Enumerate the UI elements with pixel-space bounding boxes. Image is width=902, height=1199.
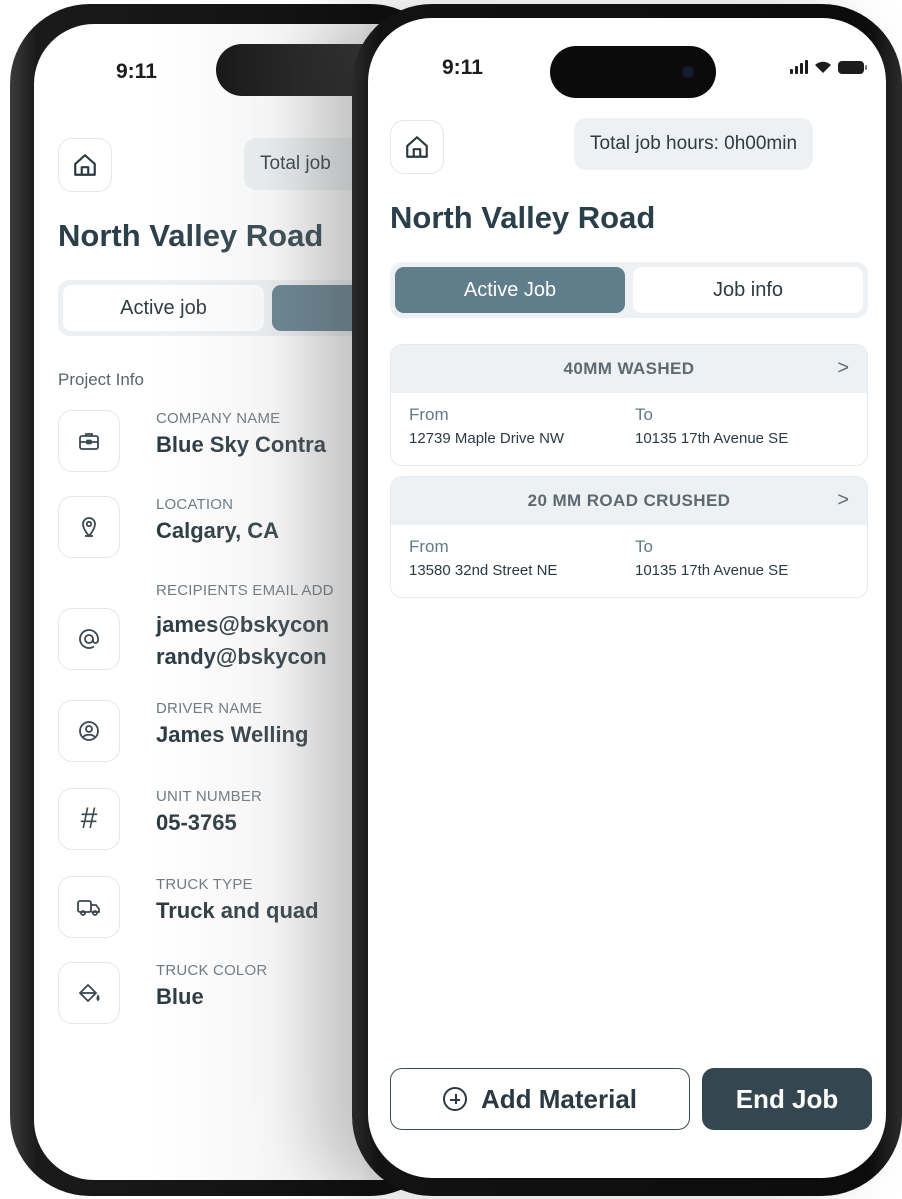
page-title: North Valley Road <box>58 218 324 253</box>
material-name: 40MM WASHED <box>563 359 695 378</box>
from-label: From <box>409 405 449 424</box>
material-name: 20 MM ROAD CRUSHED <box>527 491 731 510</box>
material-card-header: 20 MM ROAD CRUSHED > <box>391 477 867 525</box>
battery-icon <box>838 60 867 74</box>
plus-circle-icon <box>442 1087 467 1111</box>
tab-active-job[interactable]: Active job <box>63 285 264 331</box>
driver-label: DRIVER NAME <box>156 700 263 717</box>
to-address: 10135 17th Avenue SE <box>635 562 789 579</box>
tab-job-info[interactable]: Job info <box>633 267 863 313</box>
total-hours-pill: Total job hours: 0h00min <box>574 118 814 170</box>
from-address: 12739 Maple Drive NW <box>409 430 565 447</box>
company-value: Blue Sky Contra <box>156 432 326 457</box>
unit-label: UNIT NUMBER <box>156 788 263 805</box>
paint-bucket-icon <box>58 962 120 1024</box>
home-button[interactable] <box>390 120 444 174</box>
tab-switcher: Active Job Job info <box>390 262 868 318</box>
truck-color-value: Blue <box>156 984 204 1009</box>
cellular-signal-icon <box>790 60 808 74</box>
status-icons <box>790 60 867 74</box>
page-title: North Valley Road <box>390 200 656 235</box>
chevron-right-icon: > <box>837 357 849 379</box>
to-label: To <box>635 537 653 556</box>
from-address: 13580 32nd Street NE <box>409 562 558 579</box>
home-icon <box>74 154 96 176</box>
emails-label: RECIPIENTS EMAIL ADD <box>156 582 334 599</box>
add-material-button[interactable]: Add Material <box>390 1068 690 1130</box>
status-time: 9:11 <box>116 60 157 83</box>
truck-type-label: TRUCK TYPE <box>156 876 253 893</box>
unit-value: 05-3765 <box>156 810 237 835</box>
wifi-icon <box>815 61 831 73</box>
material-card-body: From 12739 Maple Drive NW To 10135 17th … <box>391 393 867 465</box>
camera-dot <box>682 66 694 78</box>
from-label: From <box>409 537 449 556</box>
material-card[interactable]: 40MM WASHED > From 12739 Maple Drive NW … <box>390 344 868 466</box>
home-button[interactable] <box>58 138 112 192</box>
material-card[interactable]: 20 MM ROAD CRUSHED > From 13580 32nd Str… <box>390 476 868 598</box>
material-card-body: From 13580 32nd Street NE To 10135 17th … <box>391 525 867 597</box>
driver-value: James Welling <box>156 722 309 747</box>
truck-color-label: TRUCK COLOR <box>156 962 268 979</box>
email-value-1: james@bskycon <box>156 612 330 637</box>
location-label: LOCATION <box>156 496 234 513</box>
chevron-right-icon: > <box>837 489 849 511</box>
end-job-button[interactable]: End Job <box>702 1068 872 1130</box>
to-address: 10135 17th Avenue SE <box>635 430 789 447</box>
section-label: Project Info <box>58 370 144 389</box>
front-phone: 9:11 Total job hours: 0h00min North Vall… <box>352 4 902 1196</box>
truck-icon <box>58 876 120 938</box>
company-label: COMPANY NAME <box>156 410 281 427</box>
home-icon <box>406 136 428 158</box>
status-time: 9:11 <box>442 56 483 79</box>
tab-active-job[interactable]: Active Job <box>395 267 625 313</box>
add-material-label: Add Material <box>480 1083 638 1114</box>
truck-type-value: Truck and quad <box>156 898 319 923</box>
location-pin-icon <box>58 496 120 558</box>
hash-icon: # <box>58 788 120 850</box>
briefcase-icon <box>58 410 120 472</box>
dynamic-island <box>550 46 716 98</box>
user-circle-icon <box>58 700 120 762</box>
material-card-header: 40MM WASHED > <box>391 345 867 393</box>
to-label: To <box>635 405 653 424</box>
email-value-2: randy@bskycon <box>156 644 327 669</box>
front-phone-screen: 9:11 Total job hours: 0h00min North Vall… <box>368 18 886 1178</box>
location-value: Calgary, CA <box>156 518 280 543</box>
at-sign-icon <box>58 608 120 670</box>
